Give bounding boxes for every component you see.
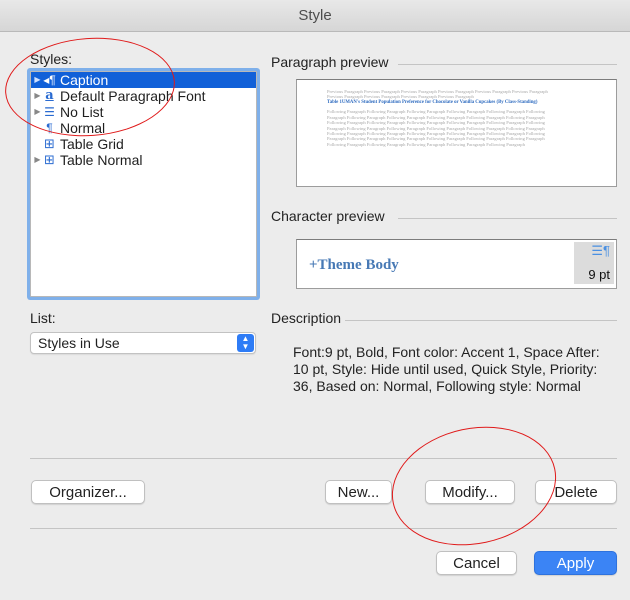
style-item-label: Normal — [60, 120, 106, 136]
expand-triangle-icon[interactable]: ▶ — [33, 104, 42, 120]
style-item-label: Default Paragraph Font — [60, 88, 206, 104]
chevron-updown-icon[interactable]: ▲ ▼ — [237, 334, 254, 352]
divider — [398, 64, 617, 65]
divider — [345, 320, 617, 321]
style-description: Font:9 pt, Bold, Font color: Accent 1, S… — [293, 344, 600, 394]
style-item-table-grid[interactable]: ⊞ Table Grid — [31, 136, 256, 152]
expand-triangle-icon[interactable]: ▶ — [33, 72, 42, 88]
expand-triangle-icon[interactable]: ▶ — [33, 152, 42, 168]
divider — [30, 528, 617, 529]
character-style-icon: a — [45, 88, 54, 103]
style-item-label: Table Normal — [60, 152, 143, 168]
list-label: List: — [30, 310, 56, 326]
list-filter-value: Styles in Use — [38, 335, 120, 351]
paragraph-mark-icon: ☰¶ — [591, 243, 610, 258]
paragraph-preview: Previous Paragraph Previous Paragraph Pr… — [296, 79, 617, 187]
character-preview-label: Character preview — [271, 208, 385, 224]
caption-paragraph-icon: ◂¶ — [43, 73, 56, 87]
preview-previous-line: Previous Paragraph Previous Paragraph Pr… — [327, 94, 474, 100]
divider — [30, 458, 617, 459]
style-item-caption[interactable]: ▶ ◂¶ Caption — [31, 72, 256, 88]
table-style-icon: ⊞ — [44, 152, 55, 167]
style-item-label: No List — [60, 104, 104, 120]
paragraph-style-icon: ¶ — [46, 121, 53, 135]
expand-triangle-icon[interactable]: ▶ — [33, 88, 42, 104]
list-style-icon: ☰ — [44, 105, 55, 119]
organizer-button[interactable]: Organizer... — [31, 480, 145, 504]
list-filter-select[interactable]: Styles in Use ▲ ▼ — [30, 332, 256, 354]
table-style-icon: ⊞ — [44, 136, 55, 151]
styles-list[interactable]: ▶ ◂¶ Caption ▶ a Default Paragraph Font … — [30, 71, 257, 297]
window-title: Style — [0, 0, 630, 32]
style-item-table-normal[interactable]: ▶ ⊞ Table Normal — [31, 152, 256, 168]
divider — [398, 218, 617, 219]
cancel-button[interactable]: Cancel — [436, 551, 517, 575]
style-item-no-list[interactable]: ▶ ☰ No List — [31, 104, 256, 120]
font-size-value: 9 pt — [588, 267, 610, 282]
preview-caption-line: Table 1UMAN's Student Population Prefere… — [327, 100, 538, 106]
style-item-label: Caption — [60, 72, 109, 88]
style-type-badge: ☰¶ 9 pt — [574, 242, 614, 284]
style-item-normal[interactable]: ¶ Normal — [31, 120, 256, 136]
preview-following-line: Following Paragraph Following Paragraph … — [327, 141, 525, 147]
new-button[interactable]: New... — [325, 480, 392, 504]
character-preview: +Theme Body ☰¶ 9 pt — [296, 239, 617, 289]
styles-label: Styles: — [30, 51, 73, 67]
delete-button[interactable]: Delete — [535, 480, 617, 504]
description-label: Description — [271, 310, 342, 326]
paragraph-preview-label: Paragraph preview — [271, 54, 389, 70]
modify-button[interactable]: Modify... — [425, 480, 515, 504]
style-item-default-paragraph-font[interactable]: ▶ a Default Paragraph Font — [31, 88, 256, 104]
character-preview-sample: +Theme Body — [309, 257, 399, 273]
apply-button[interactable]: Apply — [534, 551, 617, 575]
style-item-label: Table Grid — [60, 136, 124, 152]
